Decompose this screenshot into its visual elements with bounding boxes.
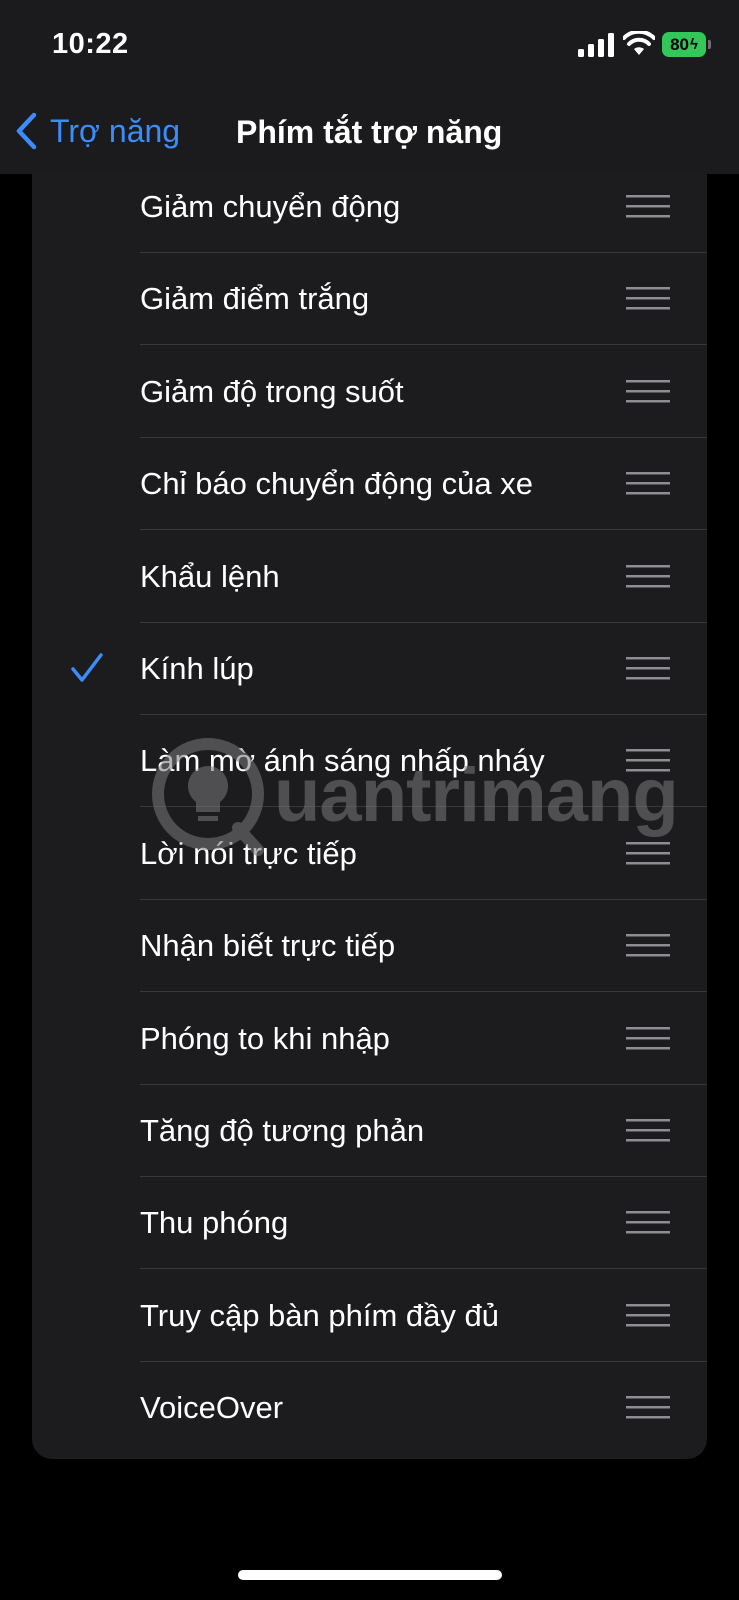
list-item-label: Thu phóng <box>140 1205 289 1241</box>
battery-level: 80 <box>670 34 689 54</box>
list-item-label: Kính lúp <box>140 651 254 686</box>
header: 10:22 80 ϟ Trợ năng Phím tắt trợ năng <box>0 0 739 174</box>
status-time: 10:22 <box>52 28 129 60</box>
reorder-handle-icon[interactable] <box>626 287 670 311</box>
reorder-handle-icon[interactable] <box>626 195 670 219</box>
cellular-signal-icon <box>578 33 614 57</box>
list-item[interactable]: Nhận biết trực tiếp <box>32 900 707 993</box>
reorder-handle-icon[interactable] <box>626 841 670 866</box>
battery-icon: 80 ϟ <box>662 32 711 57</box>
home-indicator[interactable] <box>238 1570 502 1580</box>
reorder-handle-icon[interactable] <box>626 749 670 773</box>
screen: Giảm chuyển động Giảm điểm trắng Giảm độ t… <box>0 0 739 1600</box>
list-item-label: Phóng to khi nhập <box>140 1020 390 1056</box>
nav-bar: Trợ năng Phím tắt trợ năng <box>0 92 739 174</box>
chevron-left-icon <box>16 112 37 150</box>
list-item-label: VoiceOver <box>140 1390 284 1426</box>
reorder-handle-icon[interactable] <box>626 1119 670 1143</box>
shortcut-list: Giảm chuyển động Giảm điểm trắng Giảm độ t… <box>32 100 707 1459</box>
list-item-label: Lời nói trực tiếp <box>140 835 357 871</box>
reorder-handle-icon[interactable] <box>626 1396 670 1420</box>
list-item[interactable]: Lời nói trực tiếp <box>32 808 707 900</box>
list-item[interactable]: Giảm điểm trắng <box>32 253 707 346</box>
reorder-handle-icon[interactable] <box>626 472 670 496</box>
list-item-label: Làm mờ ánh sáng nhấp nháy <box>140 743 545 779</box>
list-item[interactable]: Giảm chuyển động <box>32 161 707 253</box>
list-item-label: Nhận biết trực tiếp <box>140 928 396 964</box>
list-item[interactable]: Tăng độ tương phản <box>32 1085 707 1177</box>
list-item[interactable]: Giảm độ trong suốt <box>32 346 707 438</box>
list-item-label: Tăng độ tương phản <box>140 1113 425 1148</box>
reorder-handle-icon[interactable] <box>626 1303 670 1328</box>
list-item-label: Giảm chuyển động <box>140 189 401 224</box>
reorder-handle-icon[interactable] <box>626 1211 670 1235</box>
reorder-handle-icon[interactable] <box>626 934 670 958</box>
list-item-label: Truy cập bàn phím đầy đủ <box>140 1297 499 1333</box>
list-item-label: Chỉ báo chuyển động của xe <box>140 466 533 502</box>
list-item-label: Khẩu lệnh <box>140 558 280 594</box>
list-item[interactable]: VoiceOver <box>32 1362 707 1454</box>
reorder-handle-icon[interactable] <box>626 657 670 681</box>
back-button-label: Trợ năng <box>50 112 181 149</box>
checkmark-icon <box>71 653 103 682</box>
list-item[interactable]: Làm mờ ánh sáng nhấp nháy <box>32 715 707 808</box>
reorder-handle-icon[interactable] <box>626 564 670 589</box>
list-item[interactable]: Phóng to khi nhập <box>32 993 707 1085</box>
list-item[interactable]: Truy cập bàn phím đầy đủ <box>32 1270 707 1362</box>
list-item[interactable]: Khẩu lệnh <box>32 531 707 623</box>
reorder-handle-icon[interactable] <box>626 379 670 404</box>
status-bar: 10:22 80 ϟ <box>0 0 739 92</box>
list-item[interactable]: Thu phóng <box>32 1177 707 1270</box>
reorder-handle-icon[interactable] <box>626 1026 670 1051</box>
back-button[interactable]: Trợ năng <box>14 106 180 156</box>
wifi-icon <box>623 31 655 55</box>
list-item[interactable]: Chỉ báo chuyển động của xe <box>32 438 707 531</box>
page-title: Phím tắt trợ năng <box>236 114 503 150</box>
list-item[interactable]: Kính lúp <box>32 623 707 715</box>
list-item-label: Giảm độ trong suốt <box>140 373 404 409</box>
list-item-label: Giảm điểm trắng <box>140 281 370 317</box>
charging-bolt-icon: ϟ <box>689 36 698 53</box>
